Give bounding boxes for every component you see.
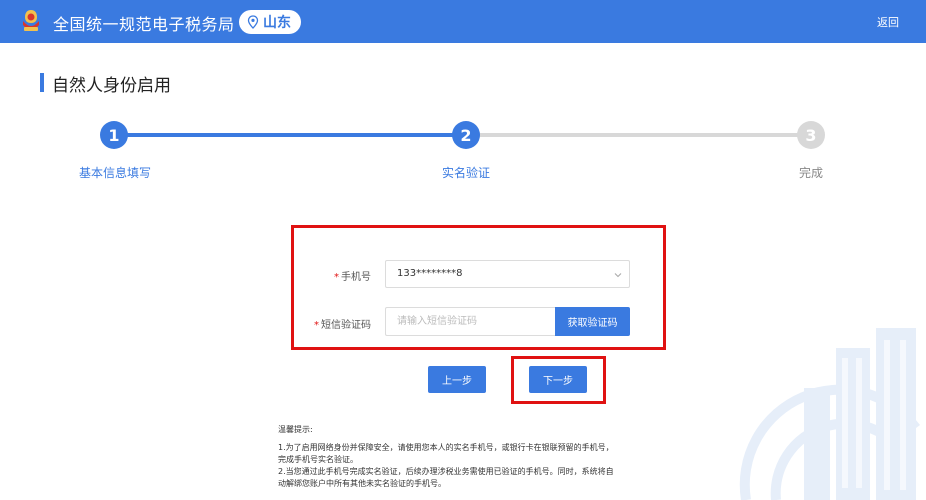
tips-panel: 温馨提示: 1.为了启用网络身份并保障安全，请使用您本人的实名手机号，或银行卡在…: [278, 424, 658, 490]
back-link[interactable]: 返回: [877, 14, 899, 30]
step-1-label: 基本信息填写: [79, 166, 152, 180]
progress-line-completed: [114, 133, 466, 137]
location-pin-icon: [247, 15, 259, 29]
tip-line: 动解绑您账户中所有其他未实名验证的手机号。: [278, 479, 446, 488]
step-2-circle: 2: [452, 121, 480, 149]
form-highlight-box: [291, 225, 666, 350]
tip-line: 1.为了启用网络身份并保障安全，请使用您本人的实名手机号，或银行卡在银联预留的手…: [278, 443, 614, 452]
page-title: 自然人身份启用: [52, 76, 171, 96]
top-bar: 全国统一规范电子税务局 山东 返回: [0, 0, 926, 43]
region-label: 山东: [263, 15, 291, 31]
step-2-label: 实名验证: [442, 166, 491, 180]
step-1-circle: 1: [100, 121, 128, 149]
region-badge[interactable]: 山东: [239, 10, 301, 34]
next-button-highlight-box: [511, 356, 606, 404]
building-watermark-icon: [739, 328, 921, 500]
tips-title: 温馨提示:: [278, 425, 313, 434]
title-accent-bar: [40, 73, 44, 92]
progress-line-pending: [466, 133, 812, 137]
tax-emblem-icon: [23, 10, 39, 31]
step-3-label: 完成: [799, 166, 824, 180]
tip-line: 2.当您通过此手机号完成实名验证，后续办理涉税业务需使用已验证的手机号。同时，系…: [278, 467, 614, 476]
tip-line: 完成手机号实名验证。: [278, 455, 358, 464]
site-title: 全国统一规范电子税务局: [53, 15, 235, 34]
step-3-circle: 3: [797, 121, 825, 149]
prev-step-button[interactable]: 上一步: [428, 366, 486, 393]
